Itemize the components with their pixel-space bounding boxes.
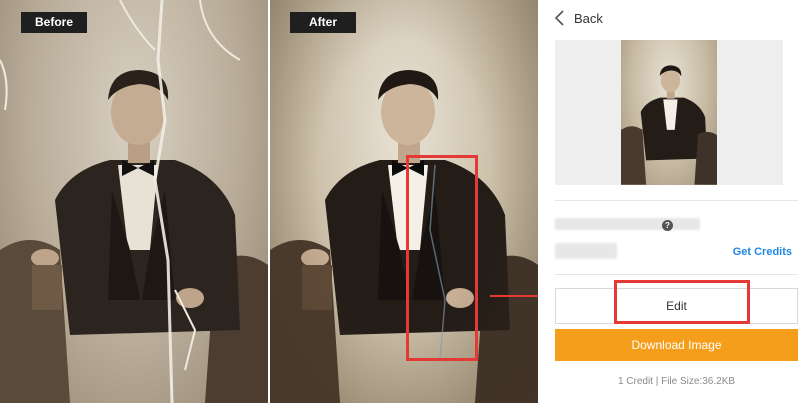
thumbnail-portrait-image <box>621 65 717 185</box>
preview-frame <box>555 40 783 185</box>
before-label: Before <box>21 12 87 33</box>
separator <box>555 274 798 275</box>
file-info-text: 1 Credit | File Size:36.2KB <box>617 376 736 387</box>
restored-area-highlight <box>406 155 478 361</box>
sidebar: Back ? Get Credits Edit Download Image 1… <box>538 0 800 403</box>
edit-button-highlight <box>614 280 750 324</box>
preview-thumbnail <box>621 40 717 185</box>
back-button[interactable]: Back <box>554 8 603 28</box>
after-label: After <box>290 12 356 33</box>
question-circle-icon[interactable]: ? <box>662 220 673 231</box>
get-credits-link[interactable]: Get Credits <box>733 246 792 258</box>
blurred-credit-balance <box>555 243 617 259</box>
after-vignette <box>270 0 538 403</box>
download-image-button[interactable]: Download Image <box>555 329 798 361</box>
blurred-account-info <box>555 218 700 230</box>
back-label: Back <box>574 10 603 26</box>
after-photo-panel: After <box>270 0 538 403</box>
chevron-left-icon <box>554 10 564 26</box>
separator <box>555 200 798 201</box>
before-portrait-image <box>0 0 268 403</box>
before-photo-panel: Before <box>0 0 268 403</box>
